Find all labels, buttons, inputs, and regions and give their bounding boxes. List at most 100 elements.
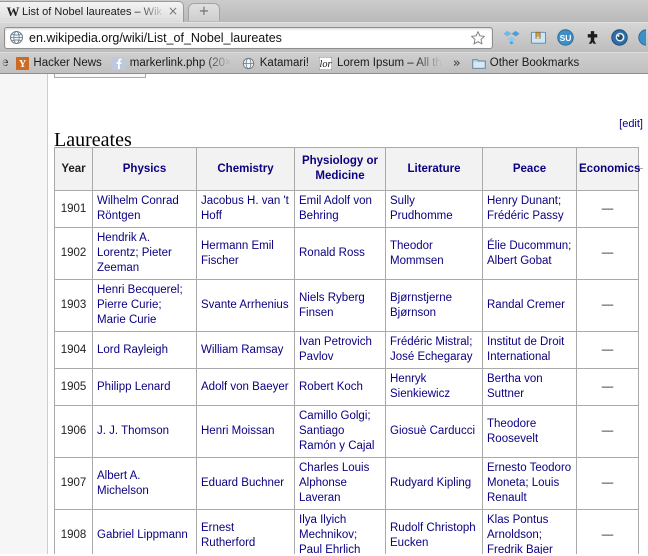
laureates-table: Year Physics Chemistry Physiology or Med…: [54, 147, 640, 554]
cell-chemistry[interactable]: Hermann Emil Fischer: [196, 227, 295, 280]
cell-peace[interactable]: Bertha von Suttner: [482, 368, 577, 406]
cell-chemistry[interactable]: Jacobus H. van 't Hoff: [196, 190, 295, 228]
cell-chemistry[interactable]: Adolf von Baeyer: [196, 368, 295, 406]
cell-economics: —: [576, 190, 639, 228]
adblock-icon[interactable]: [584, 29, 601, 46]
cell-peace[interactable]: Henry Dunant; Frédéric Passy: [482, 190, 577, 228]
cell-economics: —: [576, 368, 639, 406]
bookmark-markerlink[interactable]: markerlink.php (20×: [107, 54, 237, 72]
cell-physics[interactable]: Philipp Lenard: [92, 368, 197, 406]
table-row: 1901 Wilhelm Conrad Röntgen Jacobus H. van…: [54, 190, 639, 228]
cell-chemistry[interactable]: Henri Moissan: [196, 405, 295, 458]
cell-literature[interactable]: Giosuè Carducci: [385, 405, 483, 458]
cell-literature[interactable]: Theodor Mommsen: [385, 227, 483, 280]
cell-physics[interactable]: Henri Becquerel; Pierre Curie; Marie Cur…: [92, 279, 197, 332]
cell-medicine[interactable]: Ronald Ross: [294, 227, 386, 280]
table-header-row: Year Physics Chemistry Physiology or Med…: [54, 147, 640, 191]
cell-physics[interactable]: Wilhelm Conrad Röntgen: [92, 190, 197, 228]
cell-literature[interactable]: Frédéric Mistral; José Echegaray: [385, 331, 483, 369]
globe-icon: [242, 56, 256, 70]
cell-medicine[interactable]: Robert Koch: [294, 368, 386, 406]
page-content: 3 References 4 External links [edit] Lau…: [49, 74, 648, 554]
pocket-folder-icon[interactable]: [530, 29, 547, 46]
bookmark-star-icon[interactable]: [470, 30, 486, 46]
bookmark-partial-left[interactable]: e: [2, 57, 10, 69]
cell-year: 1905: [54, 368, 93, 406]
browser-chrome: W List of Nobel laureates – Wik × + en.w…: [0, 0, 648, 74]
cell-chemistry[interactable]: Svante Arrhenius: [196, 279, 295, 332]
table-of-contents: 3 References 4 External links: [54, 74, 146, 78]
table-row: 1903 Henri Becquerel; Pierre Curie; Marie…: [54, 279, 639, 332]
extension-icons: SU: [493, 29, 646, 46]
partial-extension-icon[interactable]: [638, 29, 646, 46]
bookmark-hacker-news[interactable]: Y Hacker News: [10, 54, 106, 72]
moon-eye-icon[interactable]: [611, 29, 628, 46]
cell-economics: —: [576, 509, 639, 554]
bookmark-lorem-ipsum[interactable]: lor Lorem Ipsum – All th: [314, 54, 447, 72]
cell-peace[interactable]: Randal Cremer: [482, 279, 577, 332]
cell-peace[interactable]: Élie Ducommun; Albert Gobat: [482, 227, 577, 280]
cell-year: 1907: [54, 457, 93, 510]
bookmark-katamari[interactable]: Katamari!: [237, 54, 314, 72]
table-row: 1902 Hendrik A. Lorentz; Pieter Zeeman Her…: [54, 227, 639, 280]
cell-peace[interactable]: Theodore Roosevelt: [482, 405, 577, 458]
column-header-medicine[interactable]: Physiology or Medicine: [294, 147, 386, 191]
hackernews-icon: Y: [15, 56, 29, 70]
dropbox-icon[interactable]: [503, 29, 520, 46]
cell-economics: —: [576, 279, 639, 332]
cell-physics[interactable]: Gabriel Lippmann: [92, 509, 197, 554]
address-bar[interactable]: en.wikipedia.org/wiki/List_of_Nobel_laur…: [4, 26, 493, 49]
new-tab-button[interactable]: +: [188, 3, 220, 21]
cell-peace[interactable]: Institut de Droit International: [482, 331, 577, 369]
cell-medicine[interactable]: Charles Louis Alphonse Laveran: [294, 457, 386, 510]
cell-economics: —: [576, 405, 639, 458]
stumbleupon-icon[interactable]: SU: [557, 29, 574, 46]
column-header-physics[interactable]: Physics: [92, 147, 197, 191]
column-header-year[interactable]: Year: [54, 147, 93, 191]
bookmark-label: markerlink.php (20×: [129, 57, 232, 69]
svg-text:Y: Y: [19, 59, 27, 70]
cell-chemistry[interactable]: Eduard Buchner: [196, 457, 295, 510]
table-row: 1906 J. J. Thomson Henri Moissan Camillo Go…: [54, 405, 639, 458]
column-header-economics[interactable]: Economics: [576, 147, 640, 191]
cell-chemistry[interactable]: William Ramsay: [196, 331, 295, 369]
bookmarks-overflow-button[interactable]: »: [447, 56, 467, 71]
bookmark-label: Hacker News: [33, 57, 102, 69]
svg-text:SU: SU: [560, 33, 572, 43]
bookmark-label: Lorem Ipsum – All th: [336, 57, 442, 69]
column-header-literature[interactable]: Literature: [385, 147, 483, 191]
cell-literature[interactable]: Sully Prudhomme: [385, 190, 483, 228]
cell-year: 1903: [54, 279, 93, 332]
cell-year: 1904: [54, 331, 93, 369]
cell-year: 1902: [54, 227, 93, 280]
cell-medicine[interactable]: Niels Ryberg Finsen: [294, 279, 386, 332]
column-header-peace[interactable]: Peace: [482, 147, 577, 191]
close-icon[interactable]: ×: [167, 5, 179, 18]
cell-medicine[interactable]: Ivan Petrovich Pavlov: [294, 331, 386, 369]
cell-medicine[interactable]: Camillo Golgi; Santiago Ramón y Cajal: [294, 405, 386, 458]
cell-medicine[interactable]: Emil Adolf von Behring: [294, 190, 386, 228]
cell-physics[interactable]: Lord Rayleigh: [92, 331, 197, 369]
cell-year: 1906: [54, 405, 93, 458]
bookmark-other-bookmarks[interactable]: Other Bookmarks: [467, 54, 584, 72]
cell-physics[interactable]: Hendrik A. Lorentz; Pieter Zeeman: [92, 227, 197, 280]
lorem-icon: lor: [319, 56, 333, 70]
cell-physics[interactable]: Albert A. Michelson: [92, 457, 197, 510]
edit-section-link[interactable]: [edit]: [619, 112, 643, 136]
cell-physics[interactable]: J. J. Thomson: [92, 405, 197, 458]
cell-literature[interactable]: Rudyard Kipling: [385, 457, 483, 510]
cell-literature[interactable]: Bjørnstjerne Bjørnson: [385, 279, 483, 332]
bookmark-label: Katamari!: [259, 57, 309, 69]
cell-medicine[interactable]: Ilya Ilyich Mechnikov; Paul Ehrlich: [294, 509, 386, 554]
cell-year: 1908: [54, 509, 93, 554]
browser-tab-active[interactable]: W List of Nobel laureates – Wik ×: [0, 1, 184, 22]
column-header-chemistry[interactable]: Chemistry: [196, 147, 295, 191]
cell-peace[interactable]: Klas Pontus Arnoldson; Fredrik Bajer: [482, 509, 577, 554]
wikipedia-sidebar-gutter: [0, 74, 48, 554]
cell-peace[interactable]: Ernesto Teodoro Moneta; Louis Renault: [482, 457, 577, 510]
cell-literature[interactable]: Henryk Sienkiewicz: [385, 368, 483, 406]
bookmark-label: Other Bookmarks: [489, 57, 580, 69]
svg-text:lor: lor: [320, 59, 332, 70]
cell-literature[interactable]: Rudolf Christoph Eucken: [385, 509, 483, 554]
cell-chemistry[interactable]: Ernest Rutherford: [196, 509, 295, 554]
